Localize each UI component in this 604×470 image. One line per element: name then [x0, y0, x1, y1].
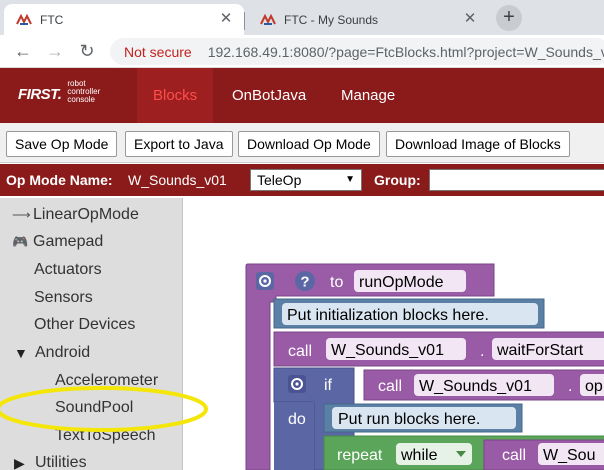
call-label: call — [502, 447, 526, 464]
op-mode-type-value: TeleOp — [257, 172, 302, 188]
repeat-label: repeat — [337, 447, 383, 464]
toolbox-category-texttospeech[interactable]: TextToSpeech — [55, 427, 156, 445]
back-arrow-icon[interactable]: ← — [12, 40, 34, 62]
nav-tab-onbotjava[interactable]: OnBotJava — [216, 68, 322, 123]
url-text[interactable]: 192.168.49.1:8080/?page=FtcBlocks.html?p… — [208, 44, 604, 60]
comment-block-init[interactable]: Put initialization blocks here. — [273, 298, 545, 329]
toolbox-category-gamepad[interactable]: 🎮 Gamepad — [12, 233, 103, 251]
blocks-canvas: ? to runOpMode Put initialization blocks… — [245, 263, 604, 470]
call-target-text: W_Sounds_v01 — [419, 378, 532, 395]
tab-separator — [244, 12, 245, 30]
action-bar: Save Op Mode Export to Java Download Op … — [0, 123, 604, 163]
ftc-favicon-icon — [260, 13, 276, 25]
tab-title: FTC — [40, 12, 64, 27]
group-input[interactable] — [429, 169, 604, 191]
comment-run-text: Put run blocks here. — [338, 411, 480, 428]
gamepad-icon: 🎮 — [12, 234, 29, 249]
not-secure-label[interactable]: Not secure — [124, 44, 192, 60]
category-label: Utilities — [35, 454, 87, 470]
logo-line-3: console — [67, 95, 95, 104]
procedure-to-label: to — [330, 274, 343, 291]
if-label: if — [324, 377, 333, 394]
op-mode-bar: Op Mode Name: W_Sounds_v01 TeleOp ▼ Grou… — [0, 164, 604, 196]
category-label: LinearOpMode — [33, 206, 139, 223]
browser-toolbar: ← → ↻ Not secure 192.168.49.1:8080/?page… — [0, 35, 604, 68]
repeat-mode-text: while — [400, 447, 438, 464]
group-label: Group: — [374, 172, 421, 188]
logo-first-text: FIRST. — [18, 86, 62, 103]
address-bar[interactable]: Not secure 192.168.49.1:8080/?page=FtcBl… — [110, 38, 604, 65]
save-op-mode-button[interactable]: Save Op Mode — [6, 131, 118, 157]
toolbox-category-sensors[interactable]: Sensors — [34, 289, 93, 307]
tab-title: FTC - My Sounds — [284, 12, 379, 27]
category-label: Gamepad — [33, 233, 104, 250]
comment-init-text: Put initialization blocks here. — [287, 307, 489, 324]
blocks-workspace[interactable]: ? to runOpMode Put initialization blocks… — [184, 198, 604, 470]
call-block-opmodeisactive[interactable]: call W_Sounds_v01 . op — [363, 369, 604, 401]
logo-subtitle: robot controller console — [67, 80, 100, 104]
browser-tab-my-sounds[interactable]: FTC - My Sounds ✕ — [244, 4, 488, 35]
call-dot: . — [568, 378, 572, 395]
op-mode-name-value: W_Sounds_v01 — [128, 172, 227, 188]
toolbox-category-actuators[interactable]: Actuators — [34, 261, 102, 279]
call-target-text: W_Sounds_v01 — [331, 342, 444, 359]
dropdown-arrow-icon: ▼ — [345, 174, 355, 185]
call-method-text: op — [585, 378, 603, 395]
new-tab-button[interactable]: + — [496, 5, 522, 31]
ftc-favicon-icon — [16, 13, 32, 25]
call-label: call — [288, 343, 312, 360]
call-target-text: W_Sou — [543, 447, 595, 464]
call-method-text: waitForStart — [496, 342, 584, 359]
arrow-right-icon: ⟶ — [12, 207, 31, 222]
first-logo: FIRST. robot controller console — [18, 80, 100, 104]
ftc-header: FIRST. robot controller console Blocks O… — [0, 68, 604, 123]
toolbox-category-linearopmode[interactable]: ⟶ LinearOpMode — [12, 206, 139, 224]
reload-icon[interactable]: ↻ — [76, 40, 98, 62]
call-dot: . — [480, 343, 484, 360]
toolbox-category-android[interactable]: ▼ Android — [14, 344, 90, 362]
procedure-name-text: runOpMode — [359, 274, 444, 291]
export-to-java-button[interactable]: Export to Java — [125, 131, 233, 157]
browser-tab-ftc[interactable]: FTC ✕ — [4, 4, 244, 35]
forward-arrow-icon[interactable]: → — [44, 40, 66, 62]
svg-text:?: ? — [300, 274, 309, 291]
category-label: Android — [35, 344, 91, 361]
triangle-down-icon: ▼ — [14, 345, 28, 361]
repeat-while-block[interactable]: repeat while call W_Sou — [323, 435, 604, 470]
toolbox-category-other-devices[interactable]: Other Devices — [34, 316, 135, 334]
call-label: call — [378, 378, 402, 395]
nav-tab-blocks[interactable]: Blocks — [137, 68, 214, 123]
toolbox-category-utilities[interactable]: ▶ Utilities — [14, 454, 87, 470]
op-mode-name-label: Op Mode Name: — [6, 172, 113, 188]
triangle-right-icon: ▶ — [14, 454, 25, 470]
download-image-button[interactable]: Download Image of Blocks — [386, 131, 570, 157]
toolbox-category-soundpool[interactable]: SoundPool — [55, 399, 133, 417]
tab-close-icon[interactable]: ✕ — [462, 11, 478, 27]
nav-tab-manage[interactable]: Manage — [325, 68, 411, 123]
comment-block-run[interactable]: Put run blocks here. — [323, 403, 523, 433]
op-mode-type-select[interactable]: TeleOp ▼ — [250, 169, 362, 191]
do-label: do — [288, 411, 306, 428]
download-op-mode-button[interactable]: Download Op Mode — [238, 131, 380, 157]
browser-tab-strip: FTC ✕ FTC - My Sounds ✕ + — [0, 0, 604, 35]
tab-close-icon[interactable]: ✕ — [218, 11, 234, 27]
toolbox-category-accelerometer[interactable]: Accelerometer — [55, 372, 158, 390]
blocks-toolbox: ⟶ LinearOpMode 🎮 Gamepad Actuators Senso… — [0, 198, 183, 470]
call-block-waitforstart[interactable]: call W_Sounds_v01 . waitForStart — [273, 331, 604, 367]
